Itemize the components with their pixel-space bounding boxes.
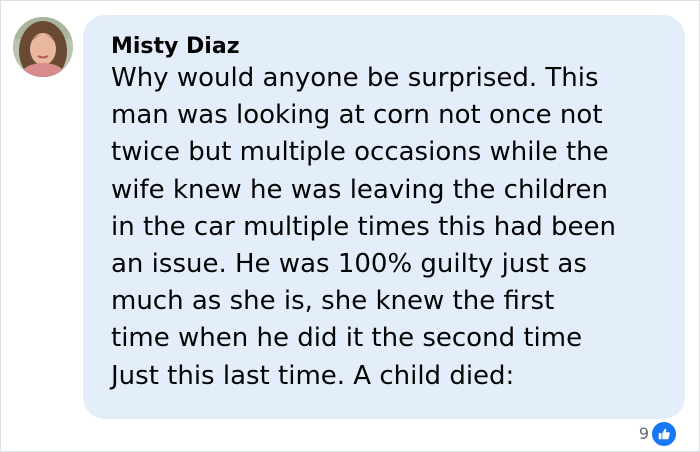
- comment-line: time when he did it the second time: [111, 323, 583, 354]
- comment-line: in the car multiple times this had been: [111, 211, 616, 242]
- avatar[interactable]: [13, 17, 73, 77]
- comment-line: much as she is, she knew the first: [111, 286, 555, 317]
- thumbs-up-glyph: [658, 428, 670, 440]
- like-icon: [651, 421, 677, 447]
- comment-line: Just this last time. A child died:: [111, 360, 515, 391]
- comment-card: Misty Diaz Why would anyone be surprised…: [0, 0, 700, 452]
- comment-bubble: Misty Diaz Why would anyone be surprised…: [83, 15, 685, 419]
- avatar-photo: [13, 17, 73, 77]
- comment-text: Why would anyone be surprised. This man …: [111, 60, 671, 395]
- reaction-summary[interactable]: 9: [639, 421, 677, 447]
- comment-line: an issue. He was 100% guilty just as: [111, 249, 587, 280]
- reaction-count: 9: [638, 424, 649, 443]
- comment-line: wife knew he was leaving the children: [111, 174, 608, 205]
- comment-author[interactable]: Misty Diaz: [111, 33, 240, 61]
- comment-line: man was looking at corn not once not: [111, 100, 603, 131]
- comment-line: twice but multiple occasions while the: [111, 137, 609, 168]
- comment-line: Why would anyone be surprised. This: [111, 63, 599, 93]
